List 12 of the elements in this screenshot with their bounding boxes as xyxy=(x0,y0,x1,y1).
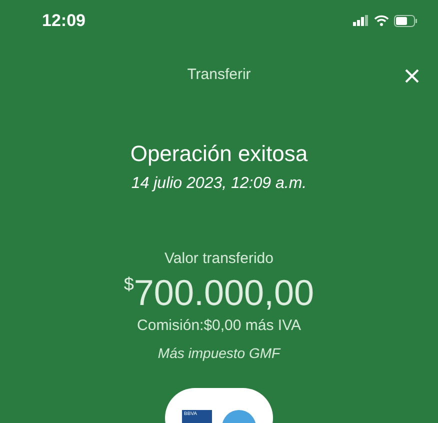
amount-label: Valor transferido xyxy=(164,249,274,269)
header-title: Transferir xyxy=(187,64,251,84)
transfer-amount: $700.000,00 xyxy=(124,272,314,312)
tax-note: Más impuesto GMF xyxy=(158,344,280,363)
signal-icon xyxy=(353,15,369,26)
status-time: 12:09 xyxy=(42,10,86,32)
result-title: Operación exitosa xyxy=(130,140,308,168)
wifi-icon xyxy=(374,15,389,26)
battery-icon xyxy=(394,14,418,27)
result-date: 14 julio 2023, 12:09 a.m. xyxy=(131,174,307,194)
fee-text: Comisión:$0,00 más IVA xyxy=(137,316,301,336)
close-icon xyxy=(405,68,419,82)
